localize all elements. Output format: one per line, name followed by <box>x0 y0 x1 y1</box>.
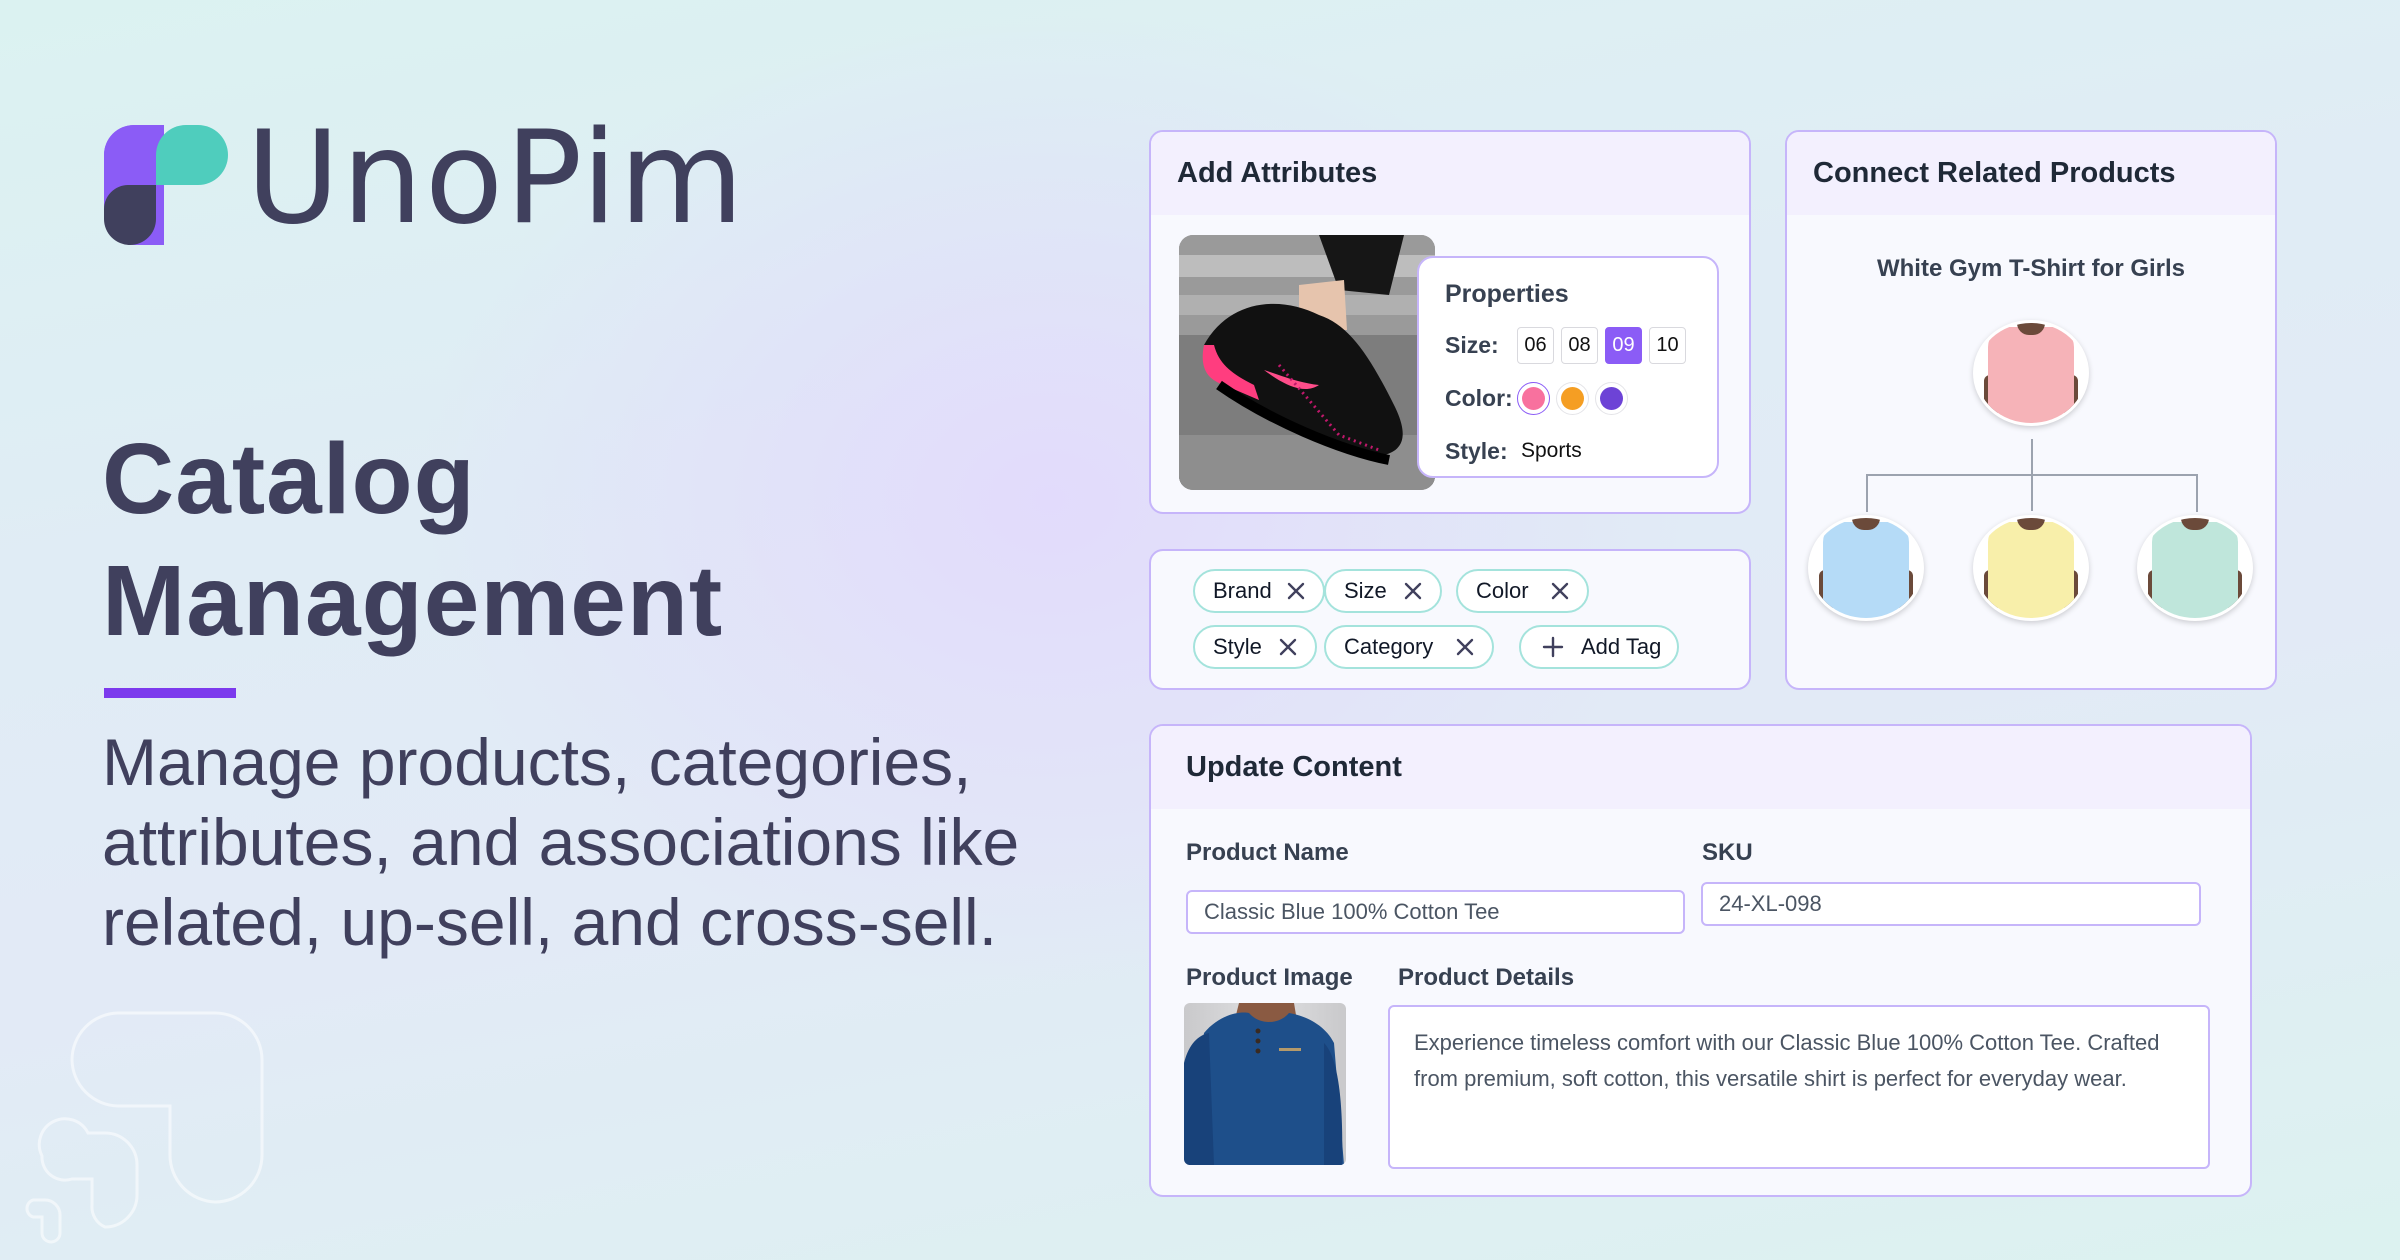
hero-title-line1: Catalog <box>102 423 476 535</box>
tag-label: Category <box>1344 634 1434 659</box>
add-attributes-card: Add Attributes Properties Size: 06 08 09… <box>1149 130 1751 514</box>
close-icon[interactable] <box>1454 636 1476 658</box>
unopim-logo: UnoPim <box>104 115 746 249</box>
tag-color[interactable]: Color <box>1456 569 1589 613</box>
accent-divider <box>104 688 236 698</box>
add-tag-label: Add Tag <box>1581 634 1662 659</box>
tag-style[interactable]: Style <box>1193 625 1317 669</box>
size-label: Size: <box>1445 331 1499 358</box>
tree-connector <box>1866 474 2197 476</box>
size-row: Size: 06 08 09 10 <box>1445 325 1717 365</box>
update-content-card: Update Content Product Name SKU Product … <box>1149 724 2252 1197</box>
tag-label: Size <box>1344 578 1387 603</box>
connect-related-products-card: Connect Related Products White Gym T-Shi… <box>1785 130 2277 690</box>
sneaker-illustration <box>1179 235 1435 490</box>
product-name-label: Product Name <box>1186 839 1349 866</box>
attribute-tags-card: Brand Size Color Style Category Add Tag <box>1149 549 1751 690</box>
plus-icon <box>1542 636 1564 658</box>
swatch-fill <box>1600 386 1623 410</box>
related-product-name: White Gym T-Shirt for Girls <box>1876 255 2186 282</box>
decorative-logo-outline <box>25 1011 264 1244</box>
sneaker-product-image <box>1179 235 1435 490</box>
tag-brand[interactable]: Brand <box>1193 569 1325 613</box>
parent-product-thumbnail[interactable] <box>1973 320 2089 426</box>
product-image-label: Product Image <box>1186 964 1353 991</box>
product-details-textarea[interactable]: Experience timeless comfort with our Cla… <box>1388 1005 2210 1169</box>
color-swatch-purple[interactable] <box>1595 381 1628 415</box>
tag-label: Brand <box>1213 578 1272 603</box>
tag-category[interactable]: Category <box>1324 625 1494 669</box>
hero-title-line2: Management <box>102 545 724 657</box>
size-option-10[interactable]: 10 <box>1649 326 1686 364</box>
close-icon[interactable] <box>1285 580 1307 602</box>
color-swatch-pink[interactable] <box>1517 381 1550 415</box>
close-icon[interactable] <box>1277 636 1299 658</box>
size-option-06[interactable]: 06 <box>1517 326 1554 364</box>
tree-connector <box>2196 474 2198 512</box>
swatch-fill <box>1522 386 1545 410</box>
logo-wordmark: UnoPim <box>246 104 746 253</box>
add-tag-button[interactable]: Add Tag <box>1519 625 1679 669</box>
product-name-input[interactable] <box>1186 890 1685 934</box>
hero-title: Catalog Management <box>102 418 723 662</box>
related-products-title: Connect Related Products <box>1787 132 2275 215</box>
product-details-label: Product Details <box>1398 964 1575 991</box>
tree-connector <box>1866 474 1868 512</box>
tag-size[interactable]: Size <box>1324 569 1442 613</box>
close-icon[interactable] <box>1549 580 1571 602</box>
sku-label: SKU <box>1702 839 1753 866</box>
tag-label: Style <box>1213 634 1262 659</box>
close-icon[interactable] <box>1402 580 1424 602</box>
hero-subtitle: Manage products, categories, attributes,… <box>102 725 1020 959</box>
related-product-thumbnail-blue[interactable] <box>1808 515 1924 621</box>
tag-label: Color <box>1476 578 1529 603</box>
logo-mark-icon <box>104 125 228 245</box>
style-value: Sports <box>1521 439 1582 462</box>
swatch-fill <box>1561 386 1584 410</box>
add-attributes-title: Add Attributes <box>1151 132 1749 215</box>
color-swatch-orange[interactable] <box>1556 381 1589 415</box>
style-label: Style: <box>1445 437 1508 464</box>
size-option-09-selected[interactable]: 09 <box>1605 326 1642 364</box>
style-row: Style: Sports <box>1445 431 1717 471</box>
color-row: Color: <box>1445 378 1717 418</box>
sku-input[interactable] <box>1701 882 2201 926</box>
related-product-thumbnail-mint[interactable] <box>2137 515 2253 621</box>
related-product-thumbnail-yellow[interactable] <box>1973 515 2089 621</box>
color-label: Color: <box>1445 384 1513 411</box>
product-image-thumbnail[interactable] <box>1184 1003 1346 1165</box>
update-content-title: Update Content <box>1151 726 2250 809</box>
properties-popover: Properties Size: 06 08 09 10 Color: Styl… <box>1417 256 1719 478</box>
properties-title: Properties <box>1445 280 1569 308</box>
blue-henley-shirt-illustration <box>1184 1003 1344 1165</box>
size-option-08[interactable]: 08 <box>1561 326 1598 364</box>
